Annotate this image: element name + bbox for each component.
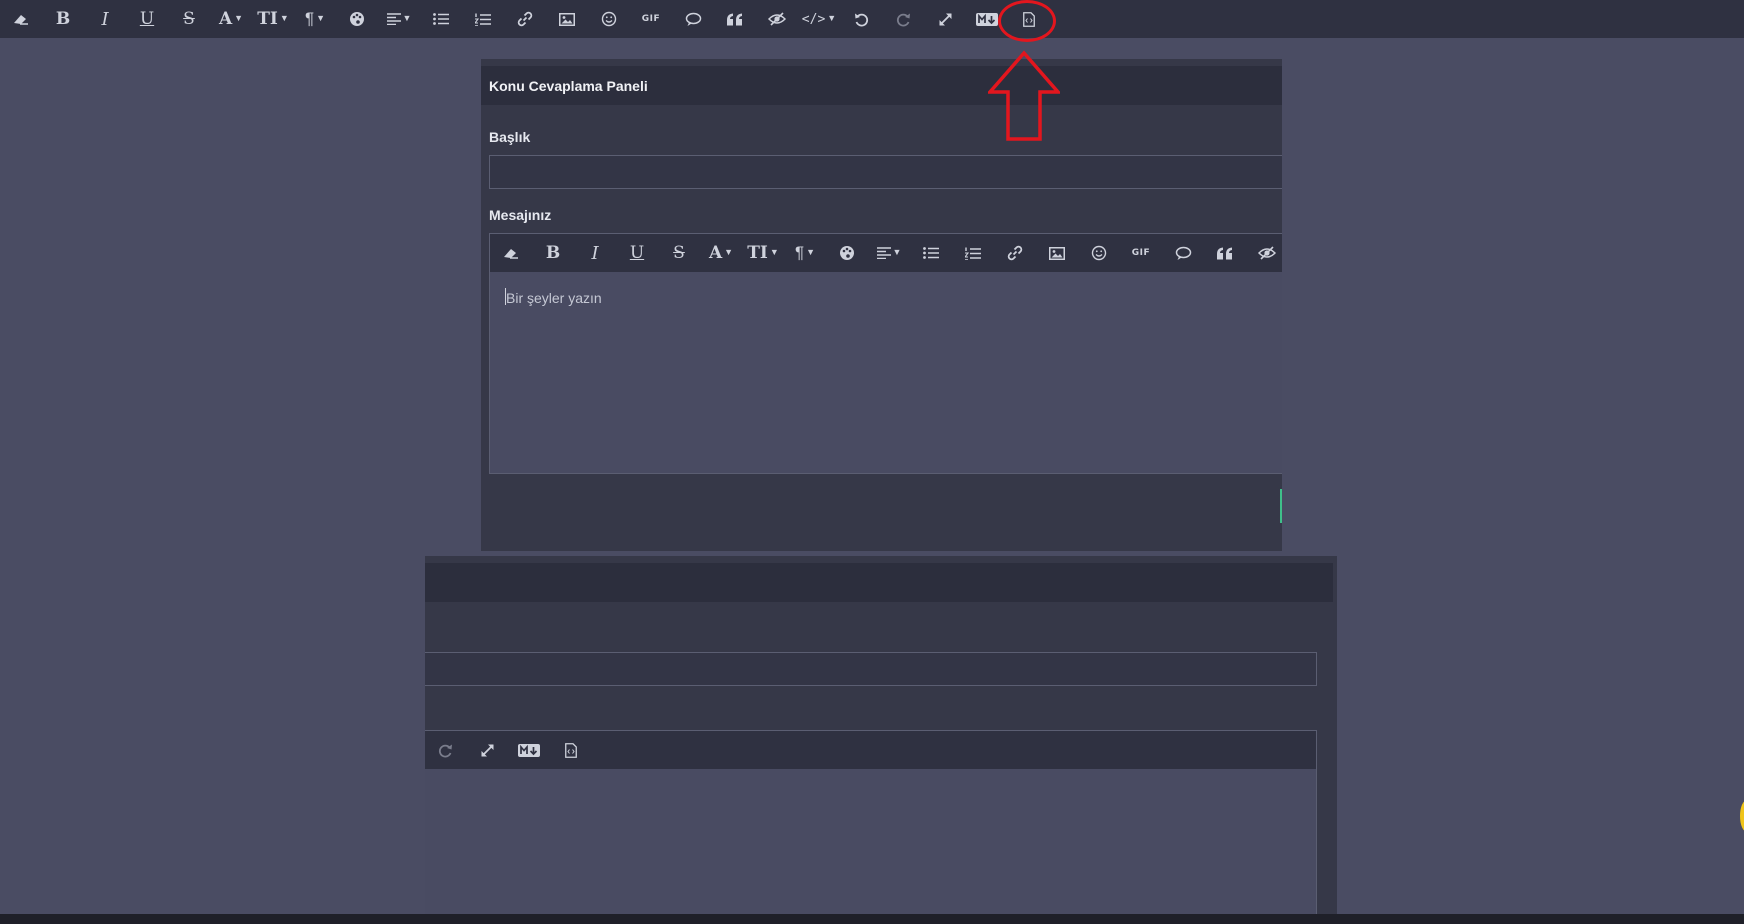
align-icon — [386, 13, 401, 25]
numbered-list-icon[interactable] — [462, 0, 504, 38]
numbered-list-icon[interactable] — [952, 234, 994, 272]
align-dropdown[interactable]: ▼ — [868, 234, 910, 272]
font-color-icon: A — [218, 9, 233, 29]
image-icon[interactable] — [546, 0, 588, 38]
reply-panel-duplicate — [425, 556, 1337, 924]
emoji-icon[interactable] — [1078, 234, 1120, 272]
floating-button[interactable] — [1740, 800, 1744, 832]
align-icon — [876, 247, 891, 259]
chevron-down-icon: ▼ — [892, 247, 902, 257]
redo-icon[interactable] — [425, 731, 466, 769]
chevron-down-icon: ▼ — [769, 247, 779, 257]
message-placeholder: Bir şeyler yazın — [506, 290, 602, 306]
eraser-icon[interactable] — [490, 234, 532, 272]
paragraph-dropdown[interactable]: ¶ ▼ — [294, 0, 336, 38]
palette-icon[interactable] — [336, 0, 378, 38]
submit-button-edge[interactable] — [1280, 489, 1282, 523]
taskbar — [0, 914, 1744, 924]
bulleted-list-icon[interactable] — [420, 0, 462, 38]
message-editor[interactable]: B I U S A ▼ TI ▼ ¶ ▼ ▼ GIF Bir şeyler ya… — [489, 233, 1282, 474]
bulleted-list-icon[interactable] — [910, 234, 952, 272]
message-label: Mesajınız — [489, 207, 552, 223]
duplicate-editor-toolbar — [425, 731, 1316, 769]
font-size-dropdown[interactable]: TI ▼ — [742, 234, 784, 272]
font-size-icon: TI — [257, 9, 278, 29]
italic-icon[interactable]: I — [84, 0, 126, 38]
main-editor-toolbar: B I U S A ▼ TI ▼ ¶ ▼ ▼ GIF </> ▼ — [0, 0, 1744, 38]
fullscreen-icon[interactable] — [466, 731, 508, 769]
hide-icon[interactable] — [756, 0, 798, 38]
underline-icon[interactable]: U — [126, 0, 168, 38]
markdown-icon[interactable] — [508, 731, 550, 769]
italic-icon[interactable]: I — [574, 234, 616, 272]
chevron-down-icon: ▼ — [806, 247, 816, 257]
redo-icon[interactable] — [882, 0, 924, 38]
gif-icon[interactable]: GIF — [630, 0, 672, 38]
title-label: Başlık — [489, 129, 531, 145]
code-icon: </> — [801, 11, 826, 27]
gif-icon[interactable]: GIF — [1120, 234, 1162, 272]
message-editor-toolbar: B I U S A ▼ TI ▼ ¶ ▼ ▼ GIF — [490, 234, 1282, 272]
comment-icon[interactable] — [1162, 234, 1204, 272]
hide-icon[interactable] — [1246, 234, 1282, 272]
bold-icon[interactable]: B — [532, 234, 574, 272]
font-size-icon: TI — [747, 243, 768, 263]
duplicate-panel-header — [425, 563, 1333, 602]
annotation-arrow-icon — [988, 50, 1060, 141]
eraser-icon[interactable] — [0, 0, 42, 38]
reply-panel-title: Konu Cevaplama Paneli — [481, 66, 1282, 105]
source-code-file-icon[interactable] — [550, 731, 592, 769]
fullscreen-icon[interactable] — [924, 0, 966, 38]
code-dropdown[interactable]: </> ▼ — [798, 0, 840, 38]
font-size-dropdown[interactable]: TI ▼ — [252, 0, 294, 38]
paragraph-icon: ¶ — [794, 243, 805, 262]
font-color-dropdown[interactable]: A ▼ — [700, 234, 742, 272]
quote-icon[interactable] — [1204, 234, 1246, 272]
highlight-circle — [998, 0, 1056, 42]
strikethrough-icon[interactable]: S — [168, 0, 210, 38]
chevron-down-icon: ▼ — [279, 13, 289, 23]
paragraph-icon: ¶ — [304, 9, 315, 28]
underline-icon[interactable]: U — [616, 234, 658, 272]
font-color-dropdown[interactable]: A ▼ — [210, 0, 252, 38]
reply-panel: Konu Cevaplama Paneli Başlık Mesajınız B… — [481, 59, 1282, 551]
link-icon[interactable] — [994, 234, 1036, 272]
palette-icon[interactable] — [826, 234, 868, 272]
link-icon[interactable] — [504, 0, 546, 38]
align-dropdown[interactable]: ▼ — [378, 0, 420, 38]
duplicate-message-editor[interactable] — [425, 730, 1317, 924]
chevron-down-icon: ▼ — [234, 13, 244, 23]
chevron-down-icon: ▼ — [827, 13, 837, 23]
chevron-down-icon: ▼ — [316, 13, 326, 23]
title-input[interactable] — [489, 155, 1282, 189]
chevron-down-icon: ▼ — [402, 13, 412, 23]
emoji-icon[interactable] — [588, 0, 630, 38]
image-icon[interactable] — [1036, 234, 1078, 272]
duplicate-title-input[interactable] — [425, 652, 1317, 686]
paragraph-dropdown[interactable]: ¶ ▼ — [784, 234, 826, 272]
comment-icon[interactable] — [672, 0, 714, 38]
quote-icon[interactable] — [714, 0, 756, 38]
bold-icon[interactable]: B — [42, 0, 84, 38]
chevron-down-icon: ▼ — [724, 247, 734, 257]
undo-icon[interactable] — [840, 0, 882, 38]
strikethrough-icon[interactable]: S — [658, 234, 700, 272]
font-color-icon: A — [708, 243, 723, 263]
